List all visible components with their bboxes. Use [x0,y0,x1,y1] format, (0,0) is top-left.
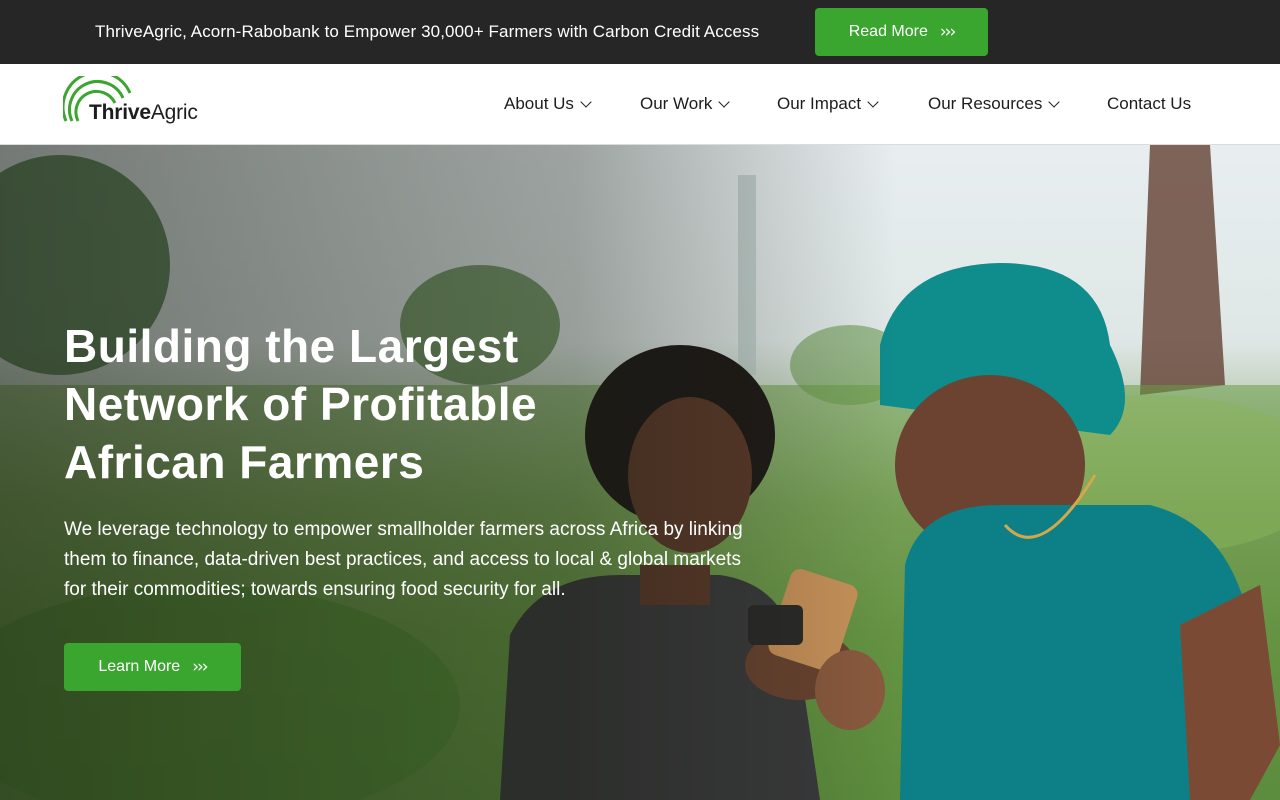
nav-label: Our Resources [928,94,1043,113]
hero-description: We leverage technology to empower smallh… [64,519,743,600]
nav-label: Contact Us [1107,94,1192,113]
announcement-text: ThriveAgric, Acorn-Rabobank to Empower 3… [95,22,760,41]
chevrons-right-icon: ››› [192,657,208,677]
nav-item-contact-us[interactable]: Contact Us [1107,92,1191,116]
learn-more-label: Learn More [98,658,181,675]
site-header: ThriveAgric About Us Our Work Our Impact… [0,64,1280,145]
nav-label: Our Work [640,94,713,113]
nav-item-our-work[interactable]: Our Work [640,92,731,116]
hero-title: Building the Largest Network of Profitab… [64,320,538,488]
chevron-down-icon [867,95,879,108]
nav-item-our-impact[interactable]: Our Impact [777,92,879,116]
announcement-bar: ThriveAgric, Acorn-Rabobank to Empower 3… [0,0,1280,64]
read-more-button[interactable]: Read More ››› [815,8,988,56]
nav-label: Our Impact [777,94,862,113]
nav-item-our-resources[interactable]: Our Resources [928,92,1060,116]
chevron-down-icon [1048,95,1060,108]
chevrons-right-icon: ››› [939,22,956,42]
read-more-label: Read More [848,23,928,40]
learn-more-button[interactable]: Learn More ››› [64,643,241,691]
main-nav: About Us Our Work Our Impact Our Resourc… [0,64,1280,144]
chevron-down-icon [580,95,592,108]
nav-label: About Us [504,94,574,113]
nav-item-about-us[interactable]: About Us [504,92,592,116]
hero-section: Building the Largest Network of Profitab… [0,145,1280,800]
chevron-down-icon [718,95,731,108]
